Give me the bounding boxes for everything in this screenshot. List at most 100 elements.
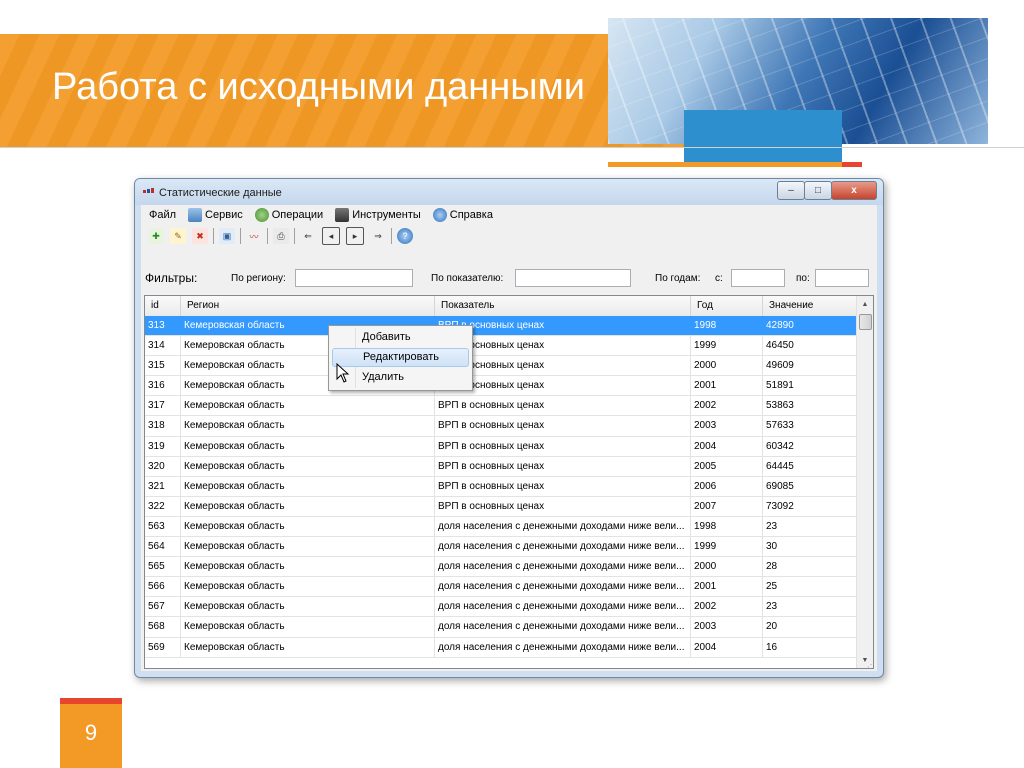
cell-indicator: доля населения с денежными доходами ниже…: [435, 597, 691, 617]
column-header-year[interactable]: Год: [691, 296, 763, 316]
toolbar-separator: [294, 228, 295, 244]
table-row[interactable]: 320 Кемеровская область ВРП в основных цен…: [145, 456, 857, 477]
page-number: 9: [84, 720, 98, 745]
cell-value: 23: [763, 516, 857, 537]
cell-id: 568: [145, 617, 181, 637]
cell-id: 320: [145, 456, 181, 476]
indicator-filter-label: По показателю:: [431, 273, 504, 284]
cell-region: Кемеровская область: [181, 577, 435, 597]
context-menu-add[interactable]: Добавить: [332, 328, 469, 347]
data-grid: id Регион Показатель Год Значение 313 Кем…: [144, 295, 874, 669]
cell-value: 51891: [763, 376, 857, 396]
cell-id: 317: [145, 396, 181, 416]
table-row[interactable]: 566 Кемеровская область доля населения с д…: [145, 577, 857, 598]
menu-service[interactable]: Сервис: [188, 208, 243, 222]
table-row[interactable]: 568 Кемеровская область доля населения с д…: [145, 617, 857, 638]
add-record-icon[interactable]: ✚: [148, 228, 164, 244]
resize-grip-icon[interactable]: ⋰: [867, 660, 875, 669]
first-icon[interactable]: ⇐: [300, 228, 316, 244]
minimize-button[interactable]: –: [777, 181, 805, 200]
context-menu-edit[interactable]: Редактировать: [332, 348, 469, 367]
column-header-value[interactable]: Значение: [763, 296, 857, 316]
cell-id: 569: [145, 637, 181, 657]
delete-record-icon[interactable]: ✖: [192, 228, 208, 244]
cell-value: 30: [763, 537, 857, 557]
cell-indicator: доля населения с денежными доходами ниже…: [435, 516, 691, 537]
cell-year: 2004: [691, 637, 763, 657]
context-menu-delete[interactable]: Удалить: [332, 368, 469, 387]
cell-id: 318: [145, 416, 181, 436]
cell-indicator: ВРП в основных ценах: [435, 376, 691, 396]
menu-help[interactable]: Справка: [432, 208, 493, 222]
cell-region: Кемеровская область: [181, 436, 435, 456]
cell-indicator: ВРП в основных ценах: [435, 456, 691, 476]
cell-indicator: ВРП в основных ценах: [435, 396, 691, 416]
cell-indicator: доля населения с денежными доходами ниже…: [435, 557, 691, 577]
print-icon[interactable]: ⎙: [273, 228, 289, 244]
table-row[interactable]: 316 Кемеровская область ВРП в основных цен…: [145, 376, 857, 397]
accent-red-line: [842, 162, 862, 167]
table-row[interactable]: 321 Кемеровская область ВРП в основных цен…: [145, 476, 857, 497]
table-row[interactable]: 563 Кемеровская область доля населения с д…: [145, 516, 857, 538]
maximize-button[interactable]: □: [804, 181, 832, 200]
table-row[interactable]: 564 Кемеровская область доля населения с д…: [145, 537, 857, 558]
region-filter-label: По региону:: [231, 273, 286, 284]
column-header-indicator[interactable]: Показатель: [435, 296, 691, 316]
cell-year: 1999: [691, 537, 763, 557]
table-row[interactable]: 313 Кемеровская область ВРП в основных цен…: [145, 316, 857, 337]
year-to-input[interactable]: [815, 269, 869, 287]
scroll-thumb[interactable]: [859, 314, 872, 330]
help-icon[interactable]: ?: [397, 228, 413, 244]
column-header-id[interactable]: id: [145, 296, 181, 316]
prev-icon[interactable]: ◂: [322, 227, 340, 245]
table-row[interactable]: 314 Кемеровская область ВРП в основных цен…: [145, 336, 857, 357]
cell-indicator: доля населения с денежными доходами ниже…: [435, 637, 691, 657]
cell-year: 2001: [691, 577, 763, 597]
cell-indicator: ВРП в основных ценах: [435, 316, 691, 336]
table-row[interactable]: 318 Кемеровская область ВРП в основных цен…: [145, 416, 857, 437]
cell-year: 2005: [691, 456, 763, 476]
year-from-label: с:: [715, 273, 723, 284]
cell-year: 2002: [691, 597, 763, 617]
app-icon: [143, 188, 154, 193]
close-button[interactable]: x: [831, 181, 877, 200]
last-icon[interactable]: ⇒: [370, 228, 386, 244]
region-filter-input[interactable]: [295, 269, 413, 287]
menu-tools[interactable]: Инструменты: [335, 208, 421, 222]
scroll-up-icon[interactable]: ▲: [857, 296, 873, 312]
cell-year: 2000: [691, 356, 763, 376]
menu-service-label: Сервис: [205, 209, 243, 221]
year-from-input[interactable]: [731, 269, 785, 287]
table-row[interactable]: 317 Кемеровская область ВРП в основных цен…: [145, 396, 857, 417]
cell-value: 46450: [763, 336, 857, 356]
indicator-filter-input[interactable]: [515, 269, 631, 287]
cell-region: Кемеровская область: [181, 496, 435, 516]
table-row[interactable]: 565 Кемеровская область доля населения с д…: [145, 557, 857, 578]
table-row[interactable]: 319 Кемеровская область ВРП в основных цен…: [145, 436, 857, 457]
next-icon[interactable]: ▸: [346, 227, 364, 245]
cell-value: 69085: [763, 476, 857, 496]
window-client: Файл Сервис Операции Инструменты Справка…: [141, 205, 877, 671]
save-icon[interactable]: ▣: [219, 228, 235, 244]
table-row[interactable]: 567 Кемеровская область доля населения с д…: [145, 597, 857, 618]
cell-id: 316: [145, 376, 181, 396]
table-row[interactable]: 315 Кемеровская область ВРП в основных цен…: [145, 356, 857, 377]
cell-id: 321: [145, 476, 181, 496]
menu-file[interactable]: Файл: [149, 209, 176, 221]
cell-region: Кемеровская область: [181, 597, 435, 617]
window-titlebar[interactable]: Статистические данные – □ x: [135, 179, 883, 205]
column-header-region[interactable]: Регион: [181, 296, 435, 316]
chart-icon[interactable]: 〰: [246, 228, 262, 244]
vertical-scrollbar[interactable]: ▲ ▼: [856, 296, 873, 668]
cell-value: 49609: [763, 356, 857, 376]
grid-rows: 313 Кемеровская область ВРП в основных цен…: [145, 316, 857, 658]
menu-operations[interactable]: Операции: [254, 208, 323, 222]
cell-region: Кемеровская область: [181, 617, 435, 637]
table-row[interactable]: 322 Кемеровская область ВРП в основных цен…: [145, 496, 857, 517]
cell-region: Кемеровская область: [181, 416, 435, 436]
edit-record-icon[interactable]: ✎: [170, 228, 186, 244]
table-row[interactable]: 569 Кемеровская область доля населения с д…: [145, 637, 857, 658]
cell-indicator: доля населения с денежными доходами ниже…: [435, 577, 691, 597]
cell-value: 53863: [763, 396, 857, 416]
cell-value: 57633: [763, 416, 857, 436]
